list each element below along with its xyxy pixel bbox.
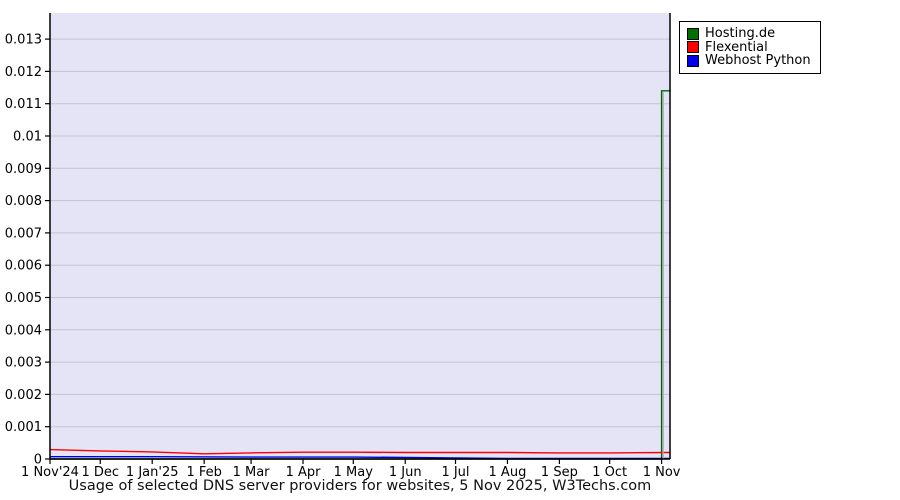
y-tick-label: 0.011 xyxy=(5,97,42,112)
y-tick-label: 0.002 xyxy=(5,388,42,403)
y-tick-label: 0.013 xyxy=(5,33,42,48)
y-tick-label: 0.01 xyxy=(13,130,42,145)
legend-label: Webhost Python xyxy=(705,53,811,69)
legend-swatch xyxy=(687,41,699,54)
legend-swatch xyxy=(687,27,699,40)
y-tick-label: 0.005 xyxy=(5,291,42,306)
y-tick-label: 0.006 xyxy=(5,259,42,274)
legend-item: Hosting.de xyxy=(687,27,811,41)
legend-item: Webhost Python xyxy=(687,54,811,68)
legend-label: Flexential xyxy=(705,39,768,55)
y-tick-label: 0.008 xyxy=(5,194,42,209)
chart-title: Usage of selected DNS server providers f… xyxy=(68,478,652,494)
y-tick-label: 0.004 xyxy=(5,323,42,338)
y-tick-label: 0.003 xyxy=(5,356,42,371)
y-tick-label: 0.007 xyxy=(5,226,42,241)
plot-area xyxy=(50,13,670,459)
dns-usage-line-chart: 00.0010.0020.0030.0040.0050.0060.0070.00… xyxy=(5,13,681,480)
legend-label: Hosting.de xyxy=(705,26,776,42)
legend-item: Flexential xyxy=(687,41,811,55)
legend-swatch xyxy=(687,54,699,67)
y-tick-label: 0.012 xyxy=(5,65,42,80)
y-tick-label: 0.001 xyxy=(5,420,42,435)
chart-legend: Hosting.de Flexential Webhost Python xyxy=(679,21,821,74)
y-tick-label: 0.009 xyxy=(5,162,42,177)
chart-canvas: 0 0.001 0.002 0.003 0.004 0.005 0.006 0.007 0.00… xyxy=(0,0,900,500)
